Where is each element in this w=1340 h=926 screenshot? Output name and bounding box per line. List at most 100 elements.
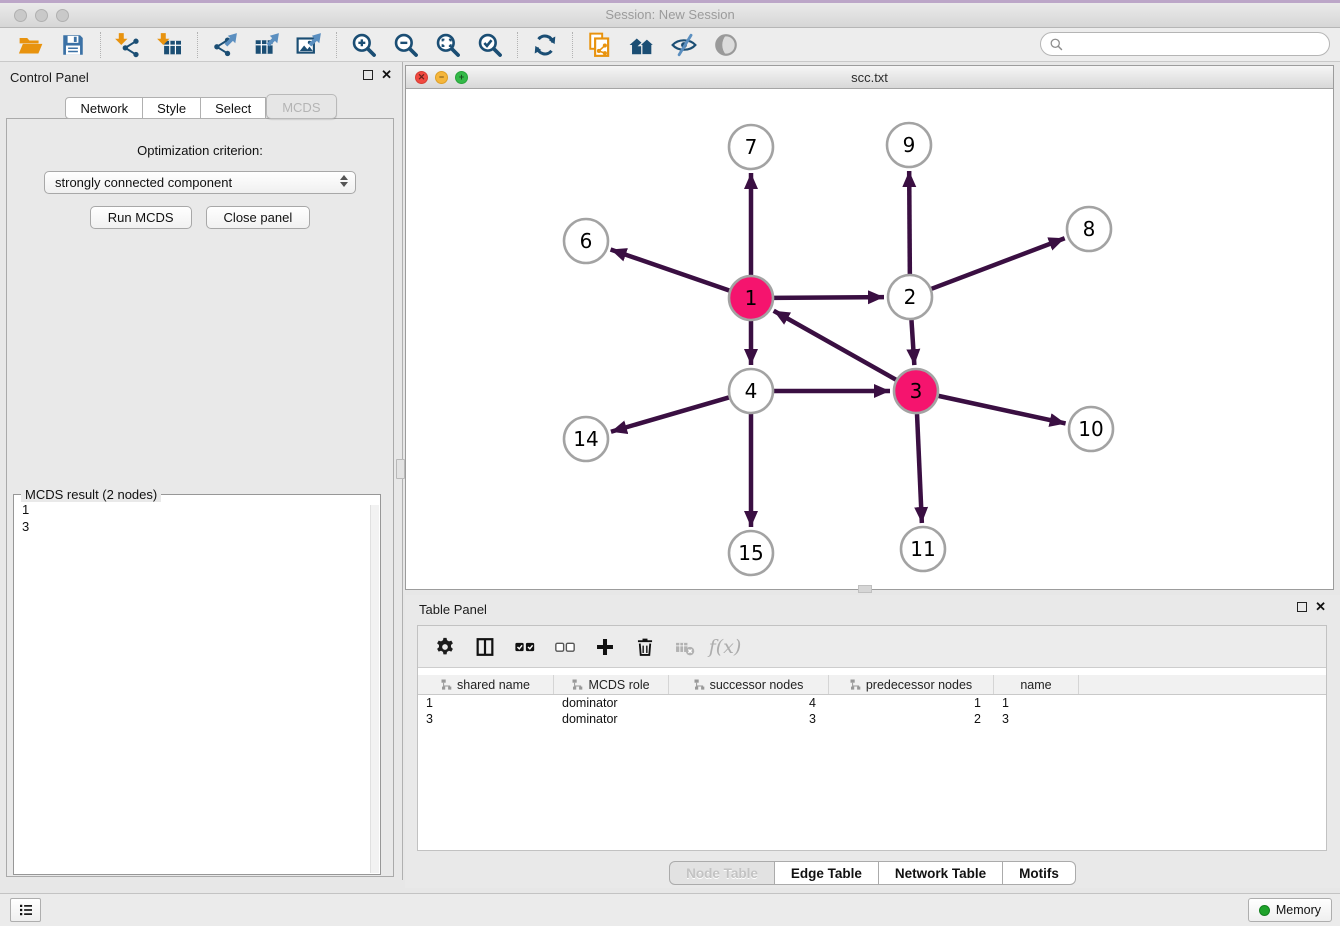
hide-selected-button[interactable] [668, 30, 700, 60]
first-neighbors-button[interactable] [626, 30, 658, 60]
export-network-button[interactable] [209, 30, 241, 60]
export-image-button[interactable] [293, 30, 325, 60]
network-window-titlebar[interactable]: ✕ − + scc.txt [406, 66, 1333, 89]
close-panel-button[interactable]: Close panel [206, 206, 311, 229]
edge-1-6[interactable] [611, 249, 730, 290]
cell-name[interactable]: 1 [994, 695, 1079, 711]
vertical-splitter-handle[interactable] [396, 459, 405, 479]
search-box[interactable] [1040, 32, 1330, 56]
tab-network[interactable]: Network [65, 97, 143, 119]
edge-3-10[interactable] [938, 396, 1065, 424]
tab-select[interactable]: Select [201, 97, 266, 119]
network-minimize-button[interactable]: − [435, 71, 448, 84]
add-column-button[interactable] [590, 632, 620, 662]
column-header-MCDS-role[interactable]: MCDS role [554, 675, 669, 694]
float-table-panel-icon[interactable] [1297, 602, 1307, 612]
close-table-panel-icon[interactable]: ✕ [1315, 601, 1326, 613]
column-pane-button[interactable] [470, 632, 500, 662]
cell-MCDS-role[interactable]: dominator [554, 695, 669, 711]
first-neighbors-icon [629, 32, 655, 58]
column-header-predecessor-nodes[interactable]: predecessor nodes [829, 675, 994, 694]
add-column-icon [594, 636, 616, 658]
memory-button[interactable]: Memory [1248, 898, 1332, 922]
criterion-select[interactable]: strongly connected component [44, 171, 356, 194]
network-graph[interactable]: 7968124314101511 [406, 89, 1333, 589]
table-row[interactable]: 1dominator411 [418, 695, 1326, 711]
zoom-in-button[interactable] [348, 30, 380, 60]
node-table-container: f(x) shared nameMCDS rolesuccessor nodes… [417, 625, 1327, 851]
delete-column-button[interactable] [630, 632, 660, 662]
tab-network-table[interactable]: Network Table [879, 861, 1003, 885]
edge-2-3[interactable] [911, 320, 914, 365]
column-header-shared-name[interactable]: shared name [418, 675, 554, 694]
task-history-button[interactable] [10, 898, 41, 922]
cell-successor-nodes[interactable]: 3 [669, 711, 829, 727]
select-all-columns-icon [514, 636, 536, 658]
tab-edge-table[interactable]: Edge Table [775, 861, 879, 885]
table-header-row: shared nameMCDS rolesuccessor nodesprede… [418, 675, 1326, 695]
unselect-all-columns-button[interactable] [550, 632, 580, 662]
network-close-button[interactable]: ✕ [415, 71, 428, 84]
run-mcds-button[interactable]: Run MCDS [90, 206, 192, 229]
select-all-columns-button[interactable] [510, 632, 540, 662]
import-table-button[interactable] [154, 30, 186, 60]
cell-name[interactable]: 3 [994, 711, 1079, 727]
horizontal-splitter-handle[interactable] [858, 585, 872, 593]
network-maximize-button[interactable]: + [455, 71, 468, 84]
main-toolbar [0, 28, 1340, 62]
save-session-button[interactable] [57, 30, 89, 60]
zoom-fit-icon [435, 32, 461, 58]
tab-mcds[interactable]: MCDS [266, 94, 336, 119]
edge-3-1[interactable] [774, 311, 896, 380]
tab-node-table[interactable]: Node Table [669, 861, 775, 885]
open-session-button[interactable] [15, 30, 47, 60]
edge-1-2[interactable] [774, 297, 884, 298]
memory-label: Memory [1276, 903, 1321, 917]
app-title: Session: New Session [0, 7, 1340, 22]
edge-3-11[interactable] [917, 414, 922, 523]
column-header-successor-nodes[interactable]: successor nodes [669, 675, 829, 694]
clone-network-icon [587, 32, 613, 58]
zoom-out-button[interactable] [390, 30, 422, 60]
cell-predecessor-nodes[interactable]: 2 [829, 711, 994, 727]
mcds-result-title: MCDS result (2 nodes) [21, 487, 161, 502]
float-panel-icon[interactable] [363, 70, 373, 80]
table-settings-button[interactable] [430, 632, 460, 662]
tab-style[interactable]: Style [143, 97, 201, 119]
clone-network-button[interactable] [584, 30, 616, 60]
tab-motifs[interactable]: Motifs [1003, 861, 1076, 885]
toolbar-separator [517, 32, 518, 58]
show-all-icon [713, 32, 739, 58]
export-table-button[interactable] [251, 30, 283, 60]
mcds-result-box: MCDS result (2 nodes) 13 [13, 494, 381, 875]
network-canvas[interactable]: 7968124314101511 [406, 89, 1333, 589]
import-table-icon [157, 32, 183, 58]
node-label-10: 10 [1078, 417, 1103, 441]
show-all-button[interactable] [710, 30, 742, 60]
node-label-6: 6 [580, 229, 593, 253]
node-label-4: 4 [745, 379, 758, 403]
cell-shared-name[interactable]: 1 [418, 695, 554, 711]
zoom-selected-button[interactable] [474, 30, 506, 60]
column-header-name[interactable]: name [994, 675, 1079, 694]
result-scrollbar[interactable] [370, 505, 379, 873]
edge-2-9[interactable] [909, 171, 910, 274]
edge-2-8[interactable] [932, 238, 1065, 289]
memory-status-icon [1259, 905, 1270, 916]
close-panel-icon[interactable]: ✕ [381, 69, 392, 81]
zoom-fit-button[interactable] [432, 30, 464, 60]
table-panel: Table Panel ✕ f(x) shared nameMCDS roles… [405, 595, 1340, 888]
apply-layout-button[interactable] [529, 30, 561, 60]
cell-successor-nodes[interactable]: 4 [669, 695, 829, 711]
delete-table-icon [674, 636, 696, 658]
node-label-14: 14 [573, 427, 598, 451]
control-panel-tabs: NetworkStyleSelectMCDS [0, 97, 402, 119]
edge-4-14[interactable] [611, 397, 729, 431]
cell-predecessor-nodes[interactable]: 1 [829, 695, 994, 711]
table-row[interactable]: 3dominator323 [418, 711, 1326, 727]
status-bar: Memory [0, 893, 1340, 926]
search-input[interactable] [1064, 35, 1329, 53]
cell-MCDS-role[interactable]: dominator [554, 711, 669, 727]
cell-shared-name[interactable]: 3 [418, 711, 554, 727]
import-network-button[interactable] [112, 30, 144, 60]
